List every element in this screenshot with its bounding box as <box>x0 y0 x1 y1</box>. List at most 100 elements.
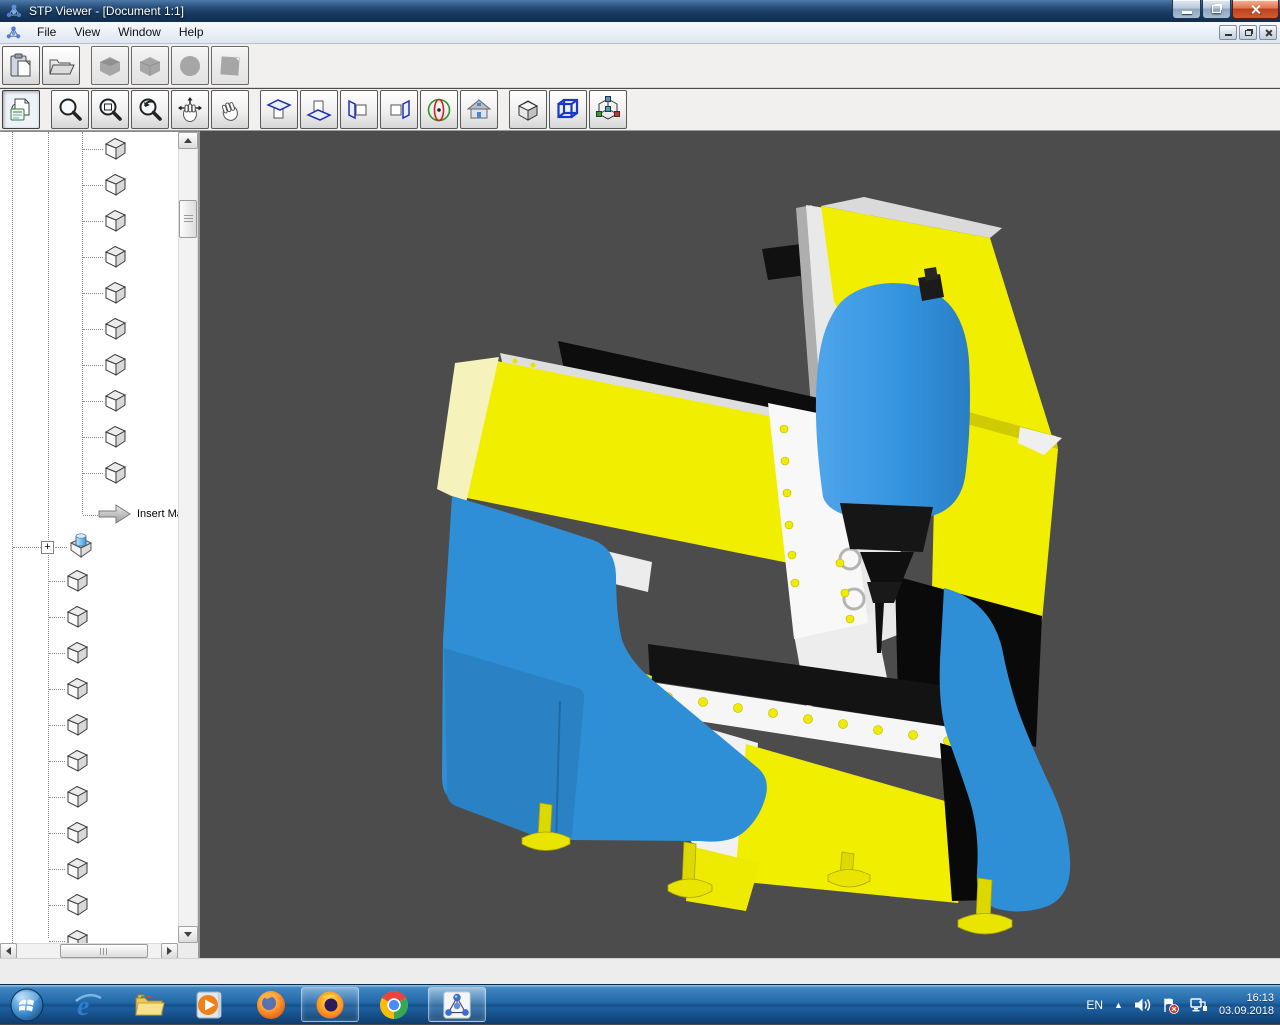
model-tree-panel: Insert Ma + <box>0 131 200 959</box>
cube-icon <box>131 46 169 85</box>
tree-connector <box>83 437 103 438</box>
tree-connector <box>13 547 41 548</box>
zoom-previous-icon[interactable] <box>131 90 169 129</box>
cad-model-3d <box>200 131 1280 958</box>
tree-item-cube-icon[interactable] <box>103 388 129 414</box>
zoom-icon[interactable] <box>51 90 89 129</box>
view-right-icon[interactable] <box>380 90 418 129</box>
action-center-flag-icon[interactable] <box>1162 997 1179 1014</box>
tree-item-cube-icon[interactable] <box>103 352 129 378</box>
tree-connector <box>49 833 65 834</box>
rotate-icon[interactable] <box>211 90 249 129</box>
hidden-icons-chevron[interactable]: ▲ <box>1114 1000 1123 1010</box>
wireframe-view-icon[interactable] <box>549 90 587 129</box>
menu-view[interactable]: View <box>65 22 109 43</box>
tree-item-cube-icon[interactable] <box>103 280 129 306</box>
tree-item-cube-icon[interactable] <box>65 712 91 738</box>
tree-connector <box>55 547 67 548</box>
tree-item-insert-label[interactable]: Insert Ma <box>137 508 178 520</box>
shaded-view-icon[interactable] <box>509 90 547 129</box>
pan-icon[interactable] <box>171 90 209 129</box>
tree-connector <box>83 329 103 330</box>
solid-box-icon <box>91 46 129 85</box>
tree-item-cube-icon[interactable] <box>65 640 91 666</box>
tree-item-cube-icon[interactable] <box>65 784 91 810</box>
open-box-part-icon[interactable] <box>67 531 95 559</box>
taskbar-app-chrome[interactable] <box>376 987 412 1023</box>
view-left-icon[interactable] <box>340 90 378 129</box>
tree-item-cube-icon[interactable] <box>103 424 129 450</box>
network-icon[interactable] <box>1190 997 1208 1013</box>
menu-help[interactable]: Help <box>170 22 213 43</box>
tree-item-cube-icon[interactable] <box>65 928 91 943</box>
tree-connector <box>83 401 103 402</box>
tree-item-cube-icon[interactable] <box>103 244 129 270</box>
tree-vscroll-thumb[interactable] <box>179 200 197 238</box>
mdi-close-button[interactable] <box>1259 25 1277 40</box>
tree-item-cube-icon[interactable] <box>65 748 91 774</box>
tree-item-cube-icon[interactable] <box>103 172 129 198</box>
viewport-3d[interactable] <box>200 131 1280 958</box>
restore-button[interactable] <box>1202 0 1231 19</box>
tree-connector <box>49 797 65 798</box>
tree-connector <box>83 149 103 150</box>
tree-hscroll-right-button[interactable] <box>161 943 178 959</box>
tree-connector <box>83 365 103 366</box>
axonometric-view-icon[interactable] <box>589 90 627 129</box>
tree-connector <box>49 761 65 762</box>
taskbar-app-media-player[interactable] <box>192 987 228 1023</box>
tree-item-cube-icon[interactable] <box>103 460 129 486</box>
paste-icon[interactable] <box>2 46 40 85</box>
volume-icon[interactable] <box>1134 997 1151 1013</box>
tree-hscroll-left-button[interactable] <box>0 943 17 959</box>
insert-arrow-icon[interactable] <box>98 503 132 525</box>
menubar: File View Window Help <box>0 22 1280 44</box>
tree-item-cube-icon[interactable] <box>103 316 129 342</box>
tree-item-cube-icon[interactable] <box>65 856 91 882</box>
tree-vscroll-down-button[interactable] <box>178 926 198 943</box>
model-tree-canvas: Insert Ma + <box>0 132 178 943</box>
open-folder-icon[interactable] <box>42 46 80 85</box>
mdi-minimize-button[interactable] <box>1219 25 1237 40</box>
menu-window[interactable]: Window <box>109 22 170 43</box>
tree-connector <box>49 725 65 726</box>
view-top-icon[interactable] <box>260 90 298 129</box>
taskbar-app-windows-explorer[interactable] <box>131 987 167 1023</box>
zoom-window-icon[interactable] <box>91 90 129 129</box>
stp-molecule-icon <box>6 3 22 19</box>
tree-connector <box>83 257 103 258</box>
taskbar-app-internet-explorer[interactable]: e <box>70 987 106 1023</box>
tree-vscrollbar[interactable] <box>178 132 198 943</box>
home-view-icon[interactable] <box>460 90 498 129</box>
titlebar: STP Viewer - [Document 1:1] <box>0 0 1280 22</box>
tree-connector <box>83 221 103 222</box>
tree-expander-plus[interactable]: + <box>41 541 54 554</box>
language-indicator[interactable]: EN <box>1086 998 1103 1012</box>
orbit-icon[interactable] <box>420 90 458 129</box>
import-properties-icon[interactable] <box>2 90 40 129</box>
clock[interactable]: 16:13 03.09.2018 <box>1219 992 1274 1018</box>
taskbar-app-firefox[interactable] <box>253 987 289 1023</box>
start-button[interactable] <box>8 986 45 1023</box>
tree-vscroll-up-button[interactable] <box>178 132 198 149</box>
system-tray: EN ▲ 16:13 03.09.2018 <box>1086 985 1274 1025</box>
minimize-button[interactable] <box>1172 0 1201 19</box>
tree-item-cube-icon[interactable] <box>65 892 91 918</box>
tree-item-cube-icon[interactable] <box>65 568 91 594</box>
mdi-restore-button[interactable] <box>1239 25 1257 40</box>
taskbar-app-stp-viewer[interactable] <box>428 987 486 1022</box>
tree-item-cube-icon[interactable] <box>103 136 129 162</box>
menu-file[interactable]: File <box>28 22 65 43</box>
tree-item-cube-icon[interactable] <box>65 676 91 702</box>
close-button[interactable] <box>1232 0 1279 19</box>
tray-date: 03.09.2018 <box>1218 1005 1274 1017</box>
view-bottom-icon[interactable] <box>300 90 338 129</box>
tree-item-cube-icon[interactable] <box>65 604 91 630</box>
tree-item-cube-icon[interactable] <box>65 820 91 846</box>
taskbar-app-firefox-quantum[interactable] <box>301 987 359 1022</box>
tree-item-cube-icon[interactable] <box>103 208 129 234</box>
tree-connector <box>49 941 65 942</box>
tree-hscroll-thumb[interactable] <box>60 944 148 958</box>
window-title: STP Viewer - [Document 1:1] <box>29 4 184 18</box>
tree-connector <box>49 869 65 870</box>
